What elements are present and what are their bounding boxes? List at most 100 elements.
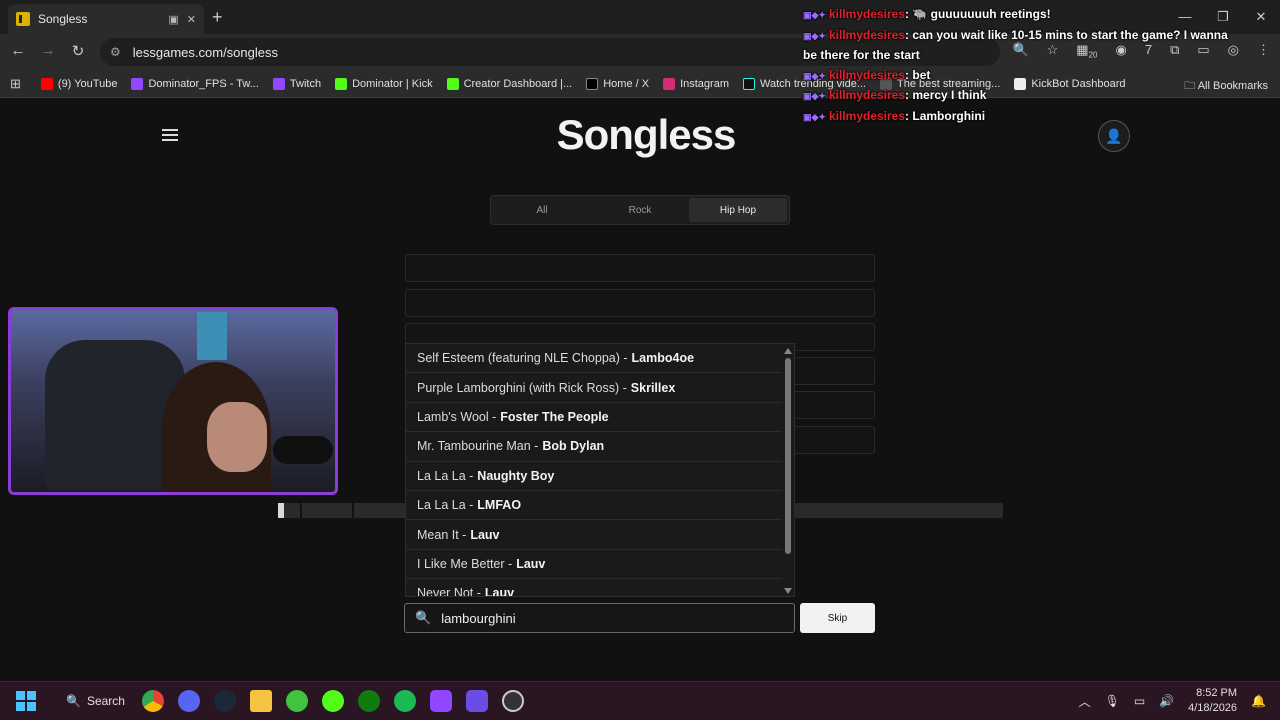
bookmark-x[interactable]: Home / X — [586, 77, 649, 90]
suggestion-item[interactable]: Mr. Tambourine Man - Bob Dylan — [406, 432, 784, 462]
discord-icon[interactable] — [178, 690, 200, 712]
windows-start-icon[interactable] — [16, 691, 36, 711]
songless-favicon-icon — [16, 12, 30, 26]
taskbar-search[interactable]: 🔍 Search — [56, 688, 126, 714]
steam-icon[interactable] — [214, 690, 236, 712]
close-window-icon[interactable]: ✕ — [1242, 0, 1280, 34]
suggestion-title: Never Not - — [417, 586, 481, 597]
tab-hip-hop[interactable]: Hip Hop — [689, 198, 787, 222]
hamburger-menu-icon[interactable] — [162, 129, 178, 144]
chat-username: killmydesires — [828, 7, 906, 21]
guess-slot — [405, 289, 875, 317]
suggestion-artist: Foster The People — [500, 409, 609, 424]
suggestion-item[interactable]: Never Not - Lauv — [406, 579, 784, 597]
kick-icon — [446, 77, 459, 90]
progress-segment — [302, 503, 354, 518]
chrome-icon[interactable] — [142, 690, 164, 712]
twitch-icon — [272, 77, 285, 90]
tab-rock[interactable]: Rock — [591, 198, 689, 222]
suggestion-artist: Naughty Boy — [477, 468, 555, 483]
suggestion-item[interactable]: Purple Lamborghini (with Rick Ross) - Skr… — [406, 373, 784, 403]
volume-icon[interactable]: 🔊 — [1159, 694, 1174, 708]
spotify-icon[interactable] — [394, 690, 416, 712]
clock[interactable]: 8:52 PM 4/18/2026 — [1188, 686, 1237, 716]
bookmark-label: Instagram — [680, 77, 729, 90]
suggestion-artist: Lauv — [516, 556, 546, 571]
xbox-icon[interactable] — [358, 690, 380, 712]
browser-tab[interactable]: Songless ▣ ✕ — [8, 4, 204, 34]
suggestion-artist: LMFAO — [477, 498, 522, 513]
xbox-app-icon[interactable] — [286, 690, 308, 712]
forward-icon[interactable]: → — [38, 42, 58, 59]
new-tab-icon[interactable]: + — [212, 7, 223, 28]
file-explorer-icon[interactable] — [250, 690, 272, 712]
song-search-box[interactable]: 🔍 — [404, 603, 795, 633]
suggestion-item[interactable]: Mean It - Lauv — [406, 520, 784, 550]
suggestion-item[interactable]: La La La - LMFAO — [406, 491, 784, 521]
chat-text: : 🐃 guuuuuuuh reetings! — [905, 7, 1051, 21]
tab-all[interactable]: All — [493, 198, 591, 222]
bookmark-twitch-dominator[interactable]: Dominator_FPS - Tw... — [131, 77, 259, 90]
chat-message: ▣◆✦ killmydesires: 🐃 guuuuuuuh reetings! — [803, 5, 1243, 26]
obs-icon[interactable] — [502, 690, 524, 712]
taskbar-apps — [142, 690, 524, 712]
taskbar-search-label: Search — [86, 694, 125, 708]
windows-taskbar: 🔍 Search ︿ 🎙 ▭ 🔊 8:52 PM 4/18/2026 🔔 — [0, 681, 1280, 720]
suggestion-artist: Lambo4oe — [631, 351, 695, 366]
notifications-icon[interactable]: 🔔 — [1251, 694, 1266, 708]
suggestion-artist: Skrillex — [630, 380, 676, 395]
search-icon: 🔍 — [415, 610, 432, 625]
suggestion-item[interactable]: Self Esteem (featuring NLE Choppa) - Lamb… — [406, 344, 784, 374]
suggestion-title: Self Esteem (featuring NLE Choppa) - — [417, 351, 628, 366]
page-logo: Songless — [556, 111, 737, 158]
suggestion-item[interactable]: La La La - Naughty Boy — [406, 462, 784, 491]
instagram-icon — [663, 77, 676, 90]
apps-grid-icon[interactable]: ⊞ — [10, 76, 21, 92]
dropdown-scrollbar[interactable] — [782, 344, 794, 596]
scroll-down-icon[interactable] — [784, 588, 792, 594]
chat-username: killmydesires — [828, 67, 906, 82]
menu-dots-icon[interactable]: ⋮ — [1257, 42, 1270, 60]
scroll-thumb[interactable] — [785, 358, 791, 554]
chat-message: ▣◆✦ killmydesires: Lamborghini — [803, 107, 1243, 128]
kick-icon — [335, 77, 348, 90]
chat-username: killmydesires — [828, 108, 906, 123]
suggestion-artist: Lauv — [470, 527, 500, 542]
skip-button[interactable]: Skip — [800, 603, 875, 633]
apps-grid-app-icon[interactable] — [466, 690, 488, 712]
suggestion-item[interactable]: I Like Me Better - Lauv — [406, 550, 784, 580]
bookmark-instagram[interactable]: Instagram — [663, 77, 729, 90]
twitch-app-icon[interactable] — [430, 690, 452, 712]
reload-icon[interactable]: ↻ — [68, 42, 88, 60]
back-icon[interactable]: ← — [8, 42, 28, 59]
tab-media-icon[interactable]: ▣ — [168, 13, 178, 26]
microphone — [273, 436, 333, 464]
bookmark-youtube[interactable]: (9) YouTube — [40, 77, 117, 90]
chat-message: ▣◆✦ killmydesires: mercy I think — [803, 86, 1243, 107]
url-text: lessgames.com/songless — [132, 44, 278, 60]
progress-fill — [278, 503, 284, 518]
chat-badges-icon: ▣◆✦ — [803, 111, 826, 122]
site-info-icon[interactable]: ⚙ — [110, 45, 121, 59]
youtube-icon — [40, 77, 53, 90]
close-tab-icon[interactable]: ✕ — [187, 13, 196, 26]
chat-username: killmydesires — [828, 88, 906, 102]
network-icon[interactable]: ▭ — [1134, 694, 1145, 708]
bookmark-label: Twitch — [289, 77, 322, 90]
suggestion-item[interactable]: Lamb's Wool - Foster The People — [406, 403, 784, 433]
chat-text: : Lamborghini — [905, 108, 986, 123]
clock-time: 8:52 PM — [1196, 687, 1238, 699]
scroll-up-icon[interactable] — [784, 348, 792, 354]
bookmark-label: Dominator | Kick — [352, 77, 433, 90]
chat-message: ▣◆✦ killmydesires: bet — [803, 66, 1243, 87]
kick-app-icon[interactable] — [322, 690, 344, 712]
bookmark-kick[interactable]: Dominator | Kick — [335, 77, 433, 90]
tray-chevron-icon[interactable]: ︿ — [1079, 693, 1091, 710]
bookmark-creator-dashboard[interactable]: Creator Dashboard |... — [446, 77, 572, 90]
song-search-input[interactable] — [441, 610, 762, 626]
system-tray: ︿ 🎙 ▭ 🔊 8:52 PM 4/18/2026 🔔 — [1079, 686, 1266, 716]
bookmark-twitch[interactable]: Twitch — [272, 77, 322, 90]
chat-message: ▣◆✦ killmydesires: can you wait like 10-1… — [803, 26, 1243, 66]
chat-text: : bet — [905, 67, 931, 82]
microphone-icon[interactable]: 🎙 — [1105, 694, 1120, 708]
